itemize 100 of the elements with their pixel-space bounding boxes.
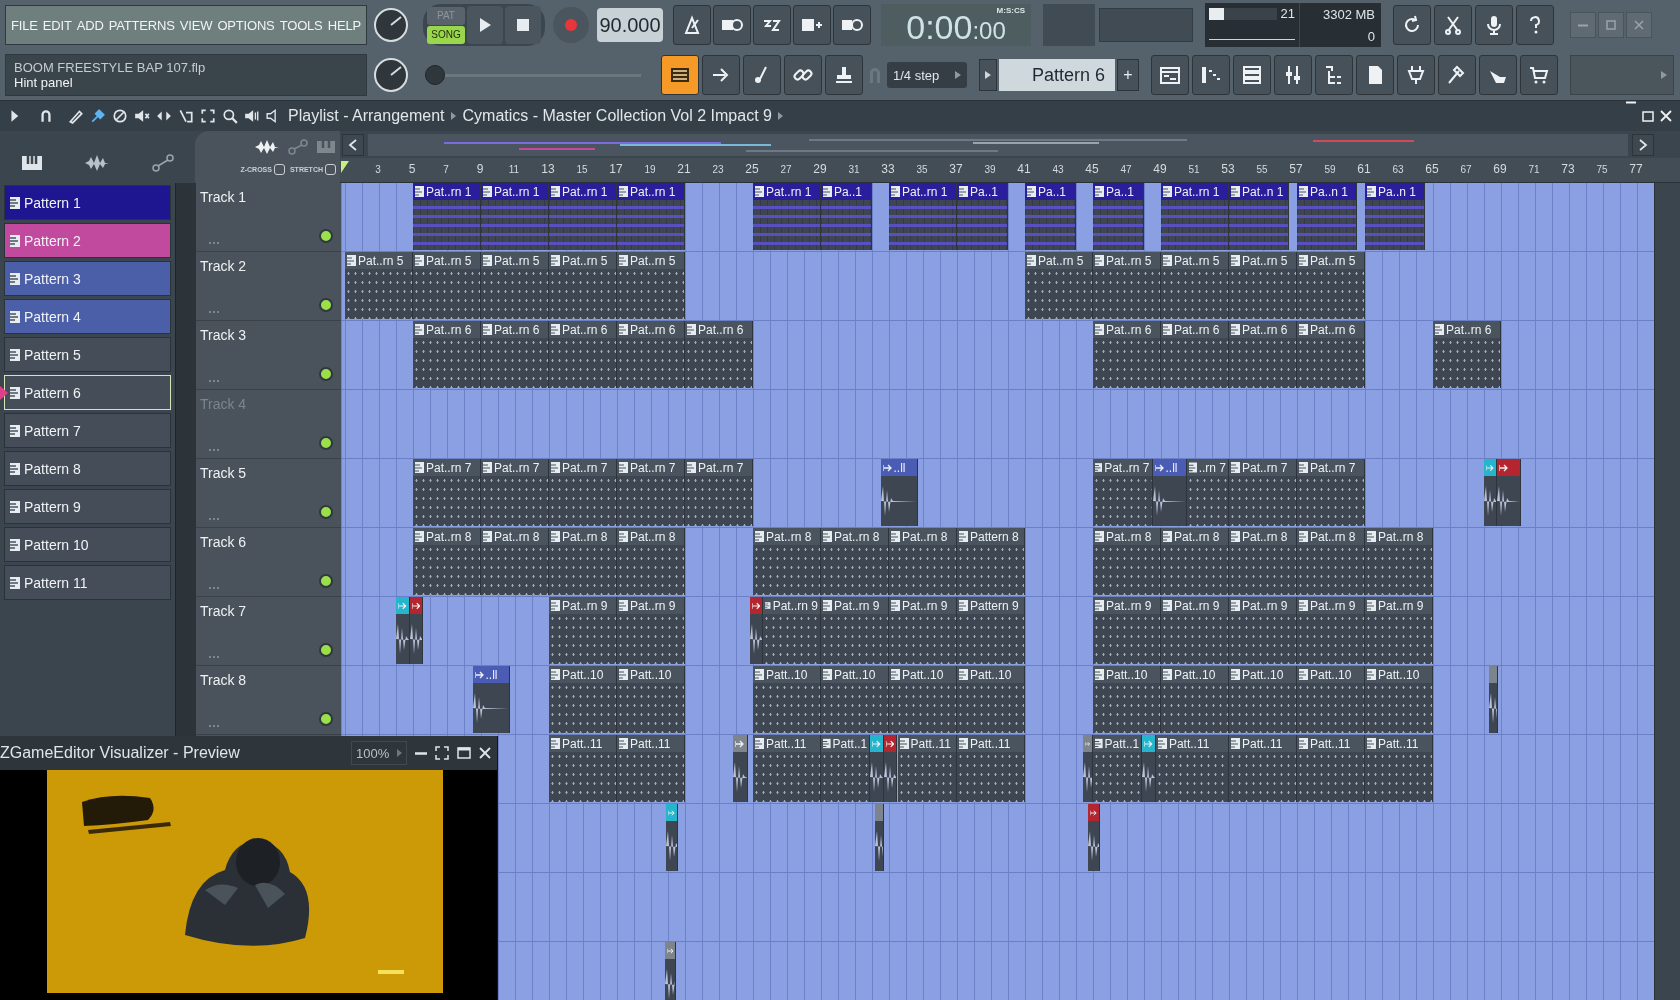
track-header[interactable]: Track 7 (196, 597, 341, 666)
mode-toggle[interactable]: SONG (427, 25, 465, 44)
pattern-item[interactable]: Pattern 11 (4, 565, 171, 600)
clip-header[interactable]: Pat..rn 9 (617, 597, 684, 614)
menu-item[interactable]: TOOLS (279, 17, 323, 33)
menu-item[interactable]: EDIT (42, 17, 72, 33)
clip-header[interactable]: Pat..rn 7 (413, 459, 480, 476)
timeline-ruler[interactable]: 3 5 7 9 11 13 15 17 19 21 23 25 27 29 31 33 35 37 39 41 43 45 47 49 51 53 55 57 59 61 63 65 67 69 71 73 75 77 (340, 158, 1680, 183)
clip-header[interactable]: Pattern 9 (957, 597, 1024, 614)
clip-header[interactable]: Pat..rn 6 (1093, 321, 1160, 338)
track-lane[interactable]: Pat..rn 6 Pat..rn 6 Pat..rn 6 Pat..rn 6 Pat..rn 6 Pat..rn 6 Pat..rn 6 Pat..rn 6 Pat..rn 6 Pat..rn 6 (341, 321, 1654, 390)
pattern-item[interactable]: Pattern 1 (4, 185, 171, 220)
clip-header[interactable]: Pat..rn 1 (1161, 183, 1228, 200)
clip-header[interactable]: Pat..rn 9 (1365, 597, 1432, 614)
clip-header[interactable]: Pat..rn 7 (1229, 459, 1296, 476)
clip-header[interactable]: Pat..rn 9 (1229, 597, 1296, 614)
clip-header[interactable]: Pa..1 (1093, 183, 1143, 200)
clip-header[interactable]: ..ll (880, 459, 917, 476)
snap-selector[interactable]: 1/4 step (887, 62, 967, 88)
clip-header[interactable]: Patt..10 (1161, 666, 1228, 683)
clip-header[interactable]: Pat..rn 8 (821, 528, 888, 545)
menu-item[interactable]: ADD (76, 17, 104, 33)
clip-header[interactable]: Pat..rn 1 (413, 183, 480, 200)
clip-header[interactable]: Patt..10 (549, 666, 616, 683)
clip-header[interactable]: Pat..rn 5 (413, 252, 480, 269)
pattern-item[interactable]: Pattern 3 (4, 261, 171, 296)
clip-header[interactable]: Pat..rn 5 (549, 252, 616, 269)
clip-header[interactable]: Patt..10 (1093, 666, 1160, 683)
clip-header[interactable]: Patt..11 (1155, 735, 1228, 752)
clip-header[interactable]: Patt..10 (821, 666, 888, 683)
add-pattern-button[interactable]: + (1117, 59, 1139, 91)
clip-header[interactable]: Patt..11 (897, 735, 956, 752)
clip-header[interactable]: ..rn 7 (1186, 459, 1228, 476)
clip-header[interactable]: Pat..rn 5 (345, 252, 412, 269)
clip-header[interactable]: Pa..n 1 (1365, 183, 1424, 200)
track-lane[interactable]: Pat..rn 1 Pat..rn 1 Pat..rn 1 Pat..rn 1 Pat..rn 1 Pa..1 Pat..rn 1 Pa..1 Pa..1 Pa..1 Pat..rn 1 Pat..n 1 Pa..n 1 Pa..n 1 (341, 183, 1654, 252)
clip-header[interactable]: Patt..11 (549, 735, 616, 752)
clip-header[interactable]: Pat..rn 5 (617, 252, 684, 269)
clip-header[interactable]: Patt..10 (889, 666, 956, 683)
track-header[interactable]: Track 2 (196, 252, 341, 321)
clip-header[interactable]: Pat..rn 9 (821, 597, 888, 614)
track-header[interactable]: Track 1 (196, 183, 341, 252)
clip-header[interactable]: Pat..rn 5 (1093, 252, 1160, 269)
clip-header[interactable]: Pat..rn 7 (617, 459, 684, 476)
pattern-item[interactable]: Pattern 7 (4, 413, 171, 448)
clip-header[interactable]: Pat..rn 9 (549, 597, 616, 614)
clip-header[interactable]: Patt..10 (617, 666, 684, 683)
clip-header[interactable]: Patt..10 (1365, 666, 1432, 683)
clip-header[interactable]: Pat..rn 6 (1161, 321, 1228, 338)
track-lane[interactable]: Pat..rn 8 Pat..rn 8 Pat..rn 8 Pat..rn 8 Pat..rn 8 Pat..rn 8 Pat..rn 8 Pattern 8 Pat..rn 8 Pat..rn 8 Pat..rn 8 Pat..rn 8 Pat..rn 8 (341, 528, 1654, 597)
clip-header[interactable]: Pa..1 (821, 183, 871, 200)
clip-header[interactable]: Pat..rn 8 (549, 528, 616, 545)
clip-header[interactable]: Pat..rn 8 (1161, 528, 1228, 545)
clip-header[interactable]: Pat..rn 9 (889, 597, 956, 614)
zoom-selector[interactable]: 100% (351, 741, 407, 765)
clip-header[interactable]: Pat..rn 7 (685, 459, 752, 476)
pattern-item[interactable]: Pattern 2 (4, 223, 171, 258)
clip-header[interactable]: Pat..rn 9 (763, 597, 820, 614)
clip-header[interactable]: Patt..11 (1297, 735, 1364, 752)
track-header[interactable]: Track 3 (196, 321, 341, 390)
clip-header[interactable]: Pat..n 1 (1229, 183, 1288, 200)
clip-header[interactable]: Pat..rn 6 (1433, 321, 1500, 338)
clip-header[interactable]: Patt..1 (1093, 735, 1142, 752)
track-lane[interactable]: Pat..rn 9 Pat..rn 9 Pat..rn 9 Pat..rn 9 Pat..rn 9 Pattern 9 Pat..rn 9 Pat..rn 9 Pat..rn 9 Pat..rn 9 Pat..rn 9 (341, 597, 1654, 666)
clip-header[interactable]: Pa..1 (957, 183, 1007, 200)
pattern-item[interactable]: Pattern 9 (4, 489, 171, 524)
clip-header[interactable]: Pat..rn 8 (481, 528, 548, 545)
pattern-item[interactable]: Pattern 8 (4, 451, 171, 486)
clip-header[interactable]: Pat..rn 7 (549, 459, 616, 476)
clip-header[interactable]: Patt..10 (1229, 666, 1296, 683)
clip-header[interactable]: Pat..rn 8 (1297, 528, 1364, 545)
clip-header[interactable]: Pat..rn 6 (617, 321, 684, 338)
clip-header[interactable]: Pat..rn 6 (549, 321, 616, 338)
clip-header[interactable]: Pat..rn 8 (1229, 528, 1296, 545)
clip-header[interactable]: Pat..rn 8 (1093, 528, 1160, 545)
clip-header[interactable]: ..ll (1152, 459, 1186, 476)
track-lane[interactable]: Pat..rn 5 Pat..rn 5 Pat..rn 5 Pat..rn 5 Pat..rn 5 Pat..rn 5 Pat..rn 5 Pat..rn 5 Pat..rn 5 Pat..rn 5 (341, 252, 1654, 321)
menu-item[interactable]: OPTIONS (217, 17, 275, 33)
clip-header[interactable]: Pat..rn 7 (1093, 459, 1152, 476)
pattern-item[interactable]: Pattern 4 (4, 299, 171, 334)
clip-header[interactable]: Pat..rn 1 (481, 183, 548, 200)
pattern-item[interactable]: Pattern 5 (4, 337, 171, 372)
menu-item[interactable]: PATTERNS (108, 17, 175, 33)
tempo-field[interactable]: 90.000 (597, 8, 663, 42)
clip-header[interactable]: Pat..rn 8 (1365, 528, 1432, 545)
clip-header[interactable]: Pat..rn 8 (889, 528, 956, 545)
menu-item[interactable]: HELP (327, 17, 361, 33)
clip-header[interactable]: Pat..rn 5 (481, 252, 548, 269)
clip-header[interactable]: Pat..rn 1 (617, 183, 684, 200)
clip-header[interactable]: Pat..rn 5 (1297, 252, 1364, 269)
track-header[interactable]: Track 8 (196, 666, 341, 735)
clip-header[interactable]: Pat..rn 1 (889, 183, 956, 200)
track-lane[interactable]: Pat..rn 7 Pat..rn 7 Pat..rn 7 Pat..rn 7 Pat..rn 7 ..ll Pat..rn 7 ..ll ..rn 7 Pat..rn 7 Pat..rn 7 (341, 459, 1654, 528)
clip-header[interactable]: Patt..10 (1297, 666, 1364, 683)
clip-header[interactable]: Pat..rn 9 (1161, 597, 1228, 614)
clip-header[interactable]: Patt..1 (821, 735, 870, 752)
clip-header[interactable]: Pat..rn 6 (481, 321, 548, 338)
clip-header[interactable]: Pat..rn 8 (413, 528, 480, 545)
clip-header[interactable]: Pat..rn 9 (1093, 597, 1160, 614)
clip-header[interactable]: Patt..10 (753, 666, 820, 683)
